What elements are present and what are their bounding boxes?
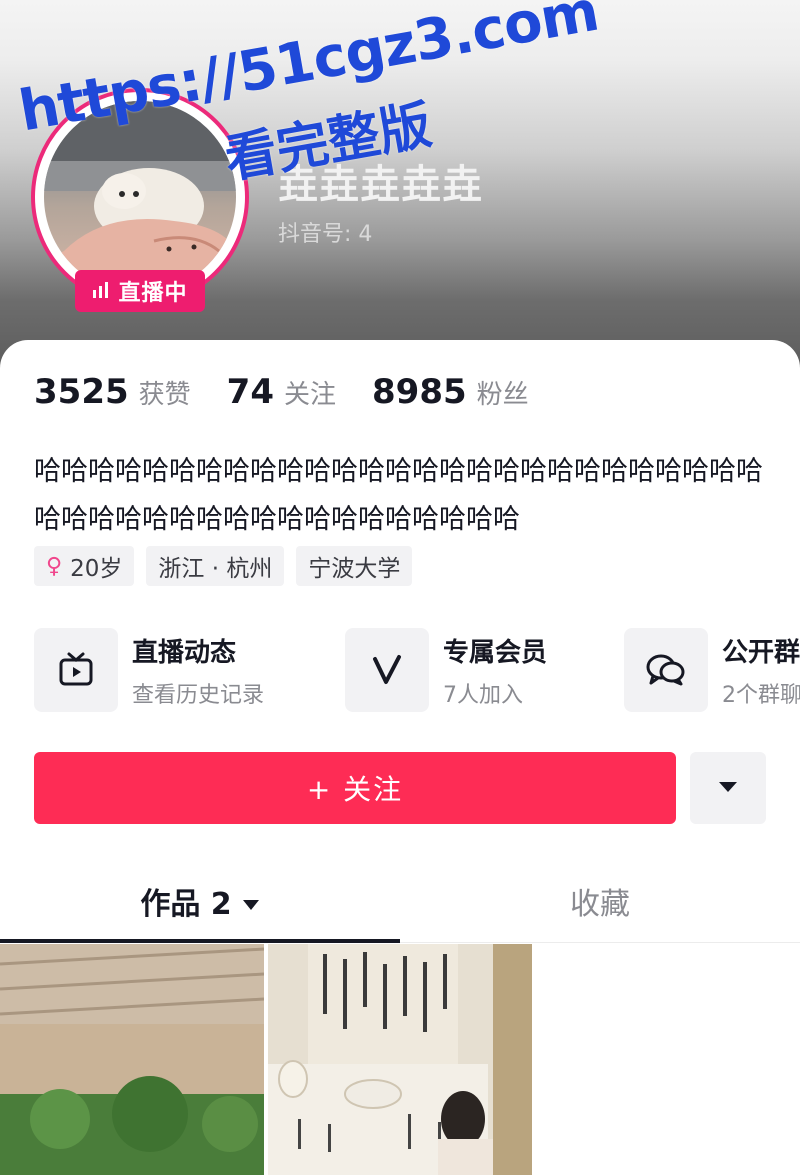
follow-button[interactable]: + 关注 (34, 752, 676, 824)
group-chat-icon (624, 628, 708, 712)
tag-age-label: 20岁 (70, 556, 123, 582)
stat-followers[interactable]: 8985 粉丝 (372, 372, 529, 412)
female-icon: ♀ (46, 553, 63, 579)
content-tabs: 作品 2 收藏 (0, 860, 800, 943)
stat-label: 获赞 (138, 380, 191, 410)
douyin-id: 抖音号: 4 (278, 222, 373, 247)
stat-label: 关注 (283, 380, 336, 410)
stat-following[interactable]: 74 关注 (227, 372, 336, 412)
stat-value: 74 (226, 372, 274, 412)
profile-bio: 哈哈哈哈哈哈哈哈哈哈哈哈哈哈哈哈哈哈哈哈哈哈哈哈哈哈哈哈哈哈哈哈哈哈哈哈哈哈哈哈… (34, 456, 763, 535)
tab-works[interactable]: 作品 2 (0, 860, 400, 943)
live-signal-icon (92, 279, 110, 304)
feature-membership[interactable]: 专属会员 7人加入 (345, 628, 547, 712)
avatar-image (44, 101, 236, 293)
tab-works-label: 作品 2 (140, 887, 232, 922)
profile-stats: 3525 获赞 74 关注 8985 粉丝 (34, 372, 529, 412)
video-thumbnail[interactable] (0, 944, 264, 1175)
live-tv-icon (34, 628, 118, 712)
caret-down-icon (718, 779, 738, 798)
stat-value: 8985 (372, 372, 467, 412)
profile-tags: ♀ 20岁 浙江 · 杭州 宁波大学 (34, 546, 413, 586)
live-badge[interactable]: 直播中 (75, 270, 205, 312)
feature-live-history[interactable]: 直播动态 查看历史记录 (34, 628, 264, 712)
stat-likes[interactable]: 3525 获赞 (34, 372, 191, 412)
more-options-button[interactable] (690, 752, 766, 824)
tab-favorites-label: 收藏 (570, 887, 630, 922)
tag-location: 浙江 · 杭州 (146, 546, 285, 586)
tag-school[interactable]: 宁波大学 (296, 546, 413, 586)
feature-title: 专属会员 (443, 637, 548, 668)
caret-down-icon (242, 884, 260, 919)
stat-label: 粉丝 (476, 380, 529, 410)
stat-value: 3525 (34, 372, 129, 412)
feature-subtitle: 2个群聊 (722, 682, 800, 708)
display-name: 垚垚垚垚垚 (278, 162, 483, 208)
tag-age: ♀ 20岁 (34, 546, 135, 586)
tag-school-label: 宁波大学 (308, 556, 401, 582)
active-tab-indicator (0, 939, 400, 943)
works-grid (0, 944, 800, 1175)
live-badge-label: 直播中 (118, 281, 188, 306)
feature-subtitle: 7人加入 (443, 682, 523, 708)
feature-title: 直播动态 (132, 637, 237, 668)
tag-location-label: 浙江 · 杭州 (158, 556, 273, 582)
vip-v-icon (345, 628, 429, 712)
feature-title: 公开群 (722, 637, 800, 668)
profile-sheet: 3525 获赞 74 关注 8985 粉丝 哈哈哈哈哈哈哈哈哈哈哈哈哈哈哈哈哈哈… (0, 340, 800, 1175)
video-thumbnail[interactable] (268, 944, 532, 1175)
feature-cards: 直播动态 查看历史记录 专属会员 7人加入 公开群 2个群聊 (34, 628, 800, 712)
tab-favorites[interactable]: 收藏 (400, 860, 800, 942)
feature-group-chat[interactable]: 公开群 2个群聊 (624, 628, 800, 712)
feature-subtitle: 查看历史记录 (132, 682, 265, 708)
